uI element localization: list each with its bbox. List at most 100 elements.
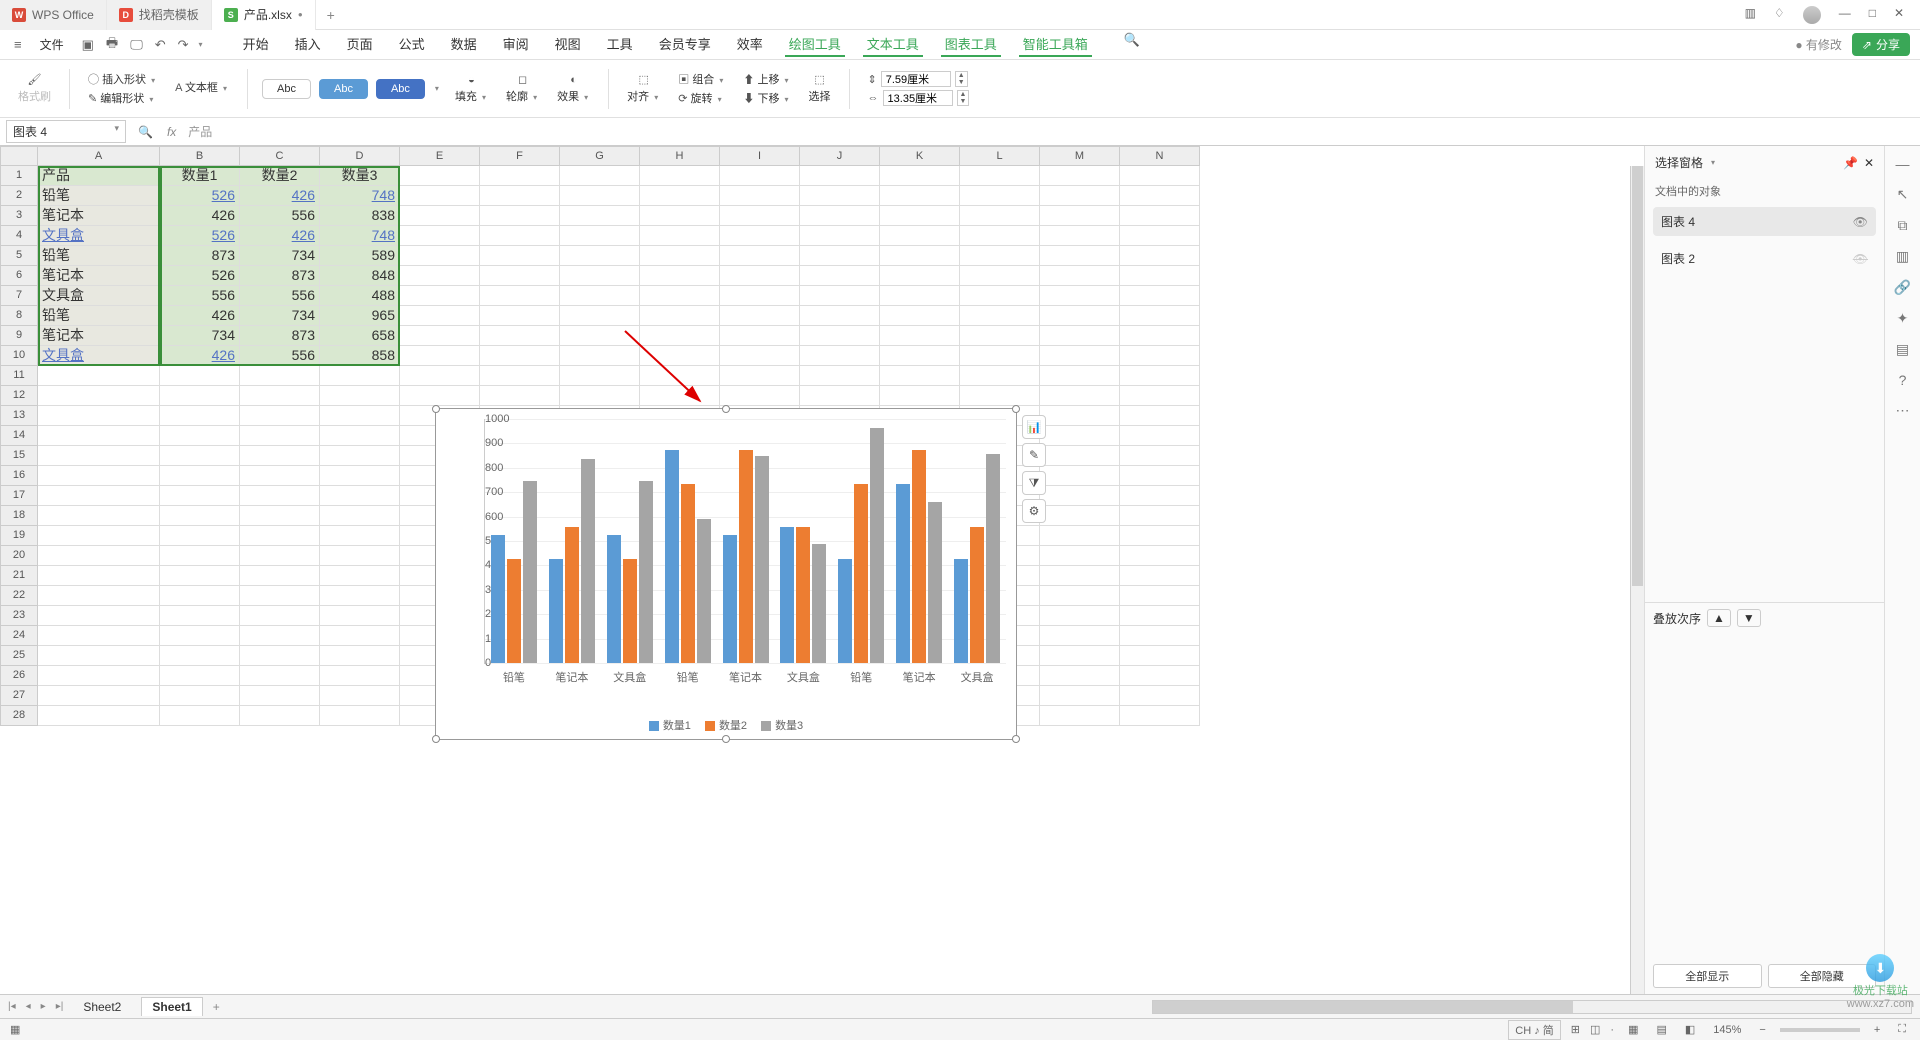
sort-up-button[interactable]: ▲ <box>1707 609 1731 627</box>
settings-tool-icon[interactable]: ⧉ <box>1898 217 1908 234</box>
menu-formula[interactable]: 公式 <box>395 32 429 57</box>
formula-input[interactable] <box>184 125 1920 139</box>
sheet-next[interactable]: ▸ <box>41 1001 46 1012</box>
zoom-in-button[interactable]: + <box>1870 1024 1884 1036</box>
table-tool-icon[interactable]: ▤ <box>1896 341 1909 358</box>
chart-type-button[interactable]: 📊 <box>1022 415 1046 439</box>
ime-status[interactable]: CH ♪ 简 <box>1508 1020 1561 1040</box>
link-tool-icon[interactable]: 🔗 <box>1894 279 1911 296</box>
chart-plot-area[interactable]: 01002003004005006007008009001000铅笔笔记本文具盒… <box>484 419 1006 664</box>
menu-page[interactable]: 页面 <box>343 32 377 57</box>
rotate-button[interactable]: ⟳ 旋转 ▾ <box>678 90 725 106</box>
pane-object-chart4[interactable]: 图表 4👁 <box>1653 207 1876 236</box>
effect-button[interactable]: ◐效果 ▾ <box>553 74 594 104</box>
fullscreen-icon[interactable]: ⛶ <box>1894 1023 1910 1036</box>
vertical-scrollbar[interactable] <box>1630 166 1644 994</box>
pane-close-icon[interactable]: ✕ <box>1864 156 1874 170</box>
menu-icon[interactable]: ≡ <box>10 37 26 52</box>
pin-icon[interactable]: 📌 <box>1843 156 1858 170</box>
horizontal-scrollbar[interactable] <box>1152 1000 1912 1014</box>
name-box[interactable]: 图表 4 <box>6 120 126 143</box>
style-3[interactable]: Abc <box>376 79 425 99</box>
move-down-button[interactable]: ⬇ 下移 ▾ <box>743 90 790 106</box>
more-tool-icon[interactable]: ⋯ <box>1896 402 1910 419</box>
menu-text-tools[interactable]: 文本工具 <box>863 32 923 57</box>
select-all-corner[interactable] <box>0 146 38 166</box>
view-normal-icon[interactable]: ▦ <box>1624 1023 1642 1036</box>
insert-shape-button[interactable]: ◯ 插入形状 ▾ <box>88 71 157 87</box>
layers-tool-icon[interactable]: ▥ <box>1896 248 1909 265</box>
style-1[interactable]: Abc <box>262 79 311 99</box>
chart-settings-button[interactable]: ⚙ <box>1022 499 1046 523</box>
zoom-out-button[interactable]: − <box>1755 1024 1769 1036</box>
view-misc-2[interactable]: ◫ <box>1590 1023 1600 1036</box>
fill-button[interactable]: ◒填充 ▾ <box>451 74 492 104</box>
column-headers[interactable]: ABCDEFGHIJKLMN <box>38 146 1644 166</box>
zoom-value[interactable]: 145% <box>1709 1024 1745 1036</box>
edit-shape-button[interactable]: ✎ 编辑形状 ▾ <box>88 90 157 106</box>
menu-chart-tools[interactable]: 图表工具 <box>941 32 1001 57</box>
cursor-tool-icon[interactable]: ↖ <box>1897 186 1909 203</box>
move-up-button[interactable]: ⬆ 上移 ▾ <box>743 71 790 87</box>
textbox-button[interactable]: A 文本框 ▾ <box>175 79 229 95</box>
select-button[interactable]: ⬚选择 <box>805 73 835 104</box>
row-headers[interactable]: 1234567891011121314151617181920212223242… <box>0 166 38 726</box>
styles-more[interactable]: ▾ <box>433 84 441 93</box>
outline-button[interactable]: ◻轮廓 ▾ <box>502 73 543 104</box>
width-spinner[interactable]: ▲▼ <box>957 90 970 106</box>
menu-start[interactable]: 开始 <box>239 32 273 57</box>
menu-review[interactable]: 审阅 <box>499 32 533 57</box>
print-icon[interactable]: 🖶 <box>102 34 122 56</box>
sheet-prev[interactable]: ◂ <box>26 1001 31 1012</box>
menu-insert[interactable]: 插入 <box>291 32 325 57</box>
new-tab-button[interactable]: + <box>316 7 346 23</box>
height-spinner[interactable]: ▲▼ <box>955 71 968 87</box>
tab-document[interactable]: S产品.xlsx● <box>212 0 316 30</box>
zoom-fx-icon[interactable]: 🔍 <box>132 125 159 139</box>
collapse-icon[interactable]: — <box>1896 156 1910 172</box>
menu-efficiency[interactable]: 效率 <box>733 32 767 57</box>
view-misc-1[interactable]: ⊞ <box>1571 1023 1580 1036</box>
tab-template[interactable]: D找稻壳模板 <box>107 0 212 30</box>
preview-icon[interactable]: 🖵 <box>126 37 147 53</box>
group-button[interactable]: ▣ 组合 ▾ <box>678 71 725 87</box>
add-sheet-button[interactable]: + <box>213 1000 220 1014</box>
help-tool-icon[interactable]: ? <box>1899 372 1907 388</box>
menu-tools[interactable]: 工具 <box>603 32 637 57</box>
menu-draw-tools[interactable]: 绘图工具 <box>785 32 845 57</box>
close-button[interactable]: ✕ <box>1894 6 1904 24</box>
view-page-icon[interactable]: ▤ <box>1652 1023 1670 1036</box>
sheet-tab-1[interactable]: Sheet1 <box>141 997 202 1016</box>
view-break-icon[interactable]: ◧ <box>1681 1023 1699 1036</box>
style-2[interactable]: Abc <box>319 79 368 99</box>
menu-member[interactable]: 会员专享 <box>655 32 715 57</box>
menu-smart-tools[interactable]: 智能工具箱 <box>1019 32 1092 57</box>
redo-icon[interactable]: ↷ <box>174 37 193 53</box>
pane-object-chart2[interactable]: 图表 2👁 <box>1653 244 1876 273</box>
maximize-button[interactable]: □ <box>1869 6 1876 24</box>
sheet-last[interactable]: ▸| <box>56 1001 64 1012</box>
sheet-tab-2[interactable]: Sheet2 <box>73 998 131 1016</box>
save-icon[interactable]: ▣ <box>78 37 98 53</box>
height-input[interactable] <box>881 71 951 87</box>
sheet-first[interactable]: |◂ <box>8 1001 16 1012</box>
format-painter[interactable]: 🖌格式刷 <box>14 73 55 104</box>
eye-off-icon[interactable]: 👁 <box>1853 252 1868 266</box>
chart-object[interactable]: 01002003004005006007008009001000铅笔笔记本文具盒… <box>435 408 1017 740</box>
fx-icon[interactable]: fx <box>159 125 184 139</box>
show-all-button[interactable]: 全部显示 <box>1653 964 1762 988</box>
minimize-button[interactable]: — <box>1839 6 1851 24</box>
sort-down-button[interactable]: ▼ <box>1737 609 1761 627</box>
chart-edit-button[interactable]: ✎ <box>1022 443 1046 467</box>
align-button[interactable]: ⬚对齐 ▾ <box>623 73 664 104</box>
zoom-slider[interactable] <box>1780 1028 1860 1032</box>
cube-icon[interactable]: ♢ <box>1774 6 1785 24</box>
layout-icon[interactable]: ▥ <box>1745 6 1756 24</box>
chart-legend[interactable]: 数量1 数量2 数量3 <box>436 717 1016 733</box>
style-tool-icon[interactable]: ✦ <box>1897 310 1909 327</box>
undo-icon[interactable]: ↶ <box>151 37 170 53</box>
menu-data[interactable]: 数据 <box>447 32 481 57</box>
eye-icon[interactable]: 👁 <box>1853 215 1868 229</box>
tab-wps[interactable]: WWPS Office <box>0 0 107 30</box>
search-icon[interactable]: 🔍 <box>1120 32 1144 57</box>
